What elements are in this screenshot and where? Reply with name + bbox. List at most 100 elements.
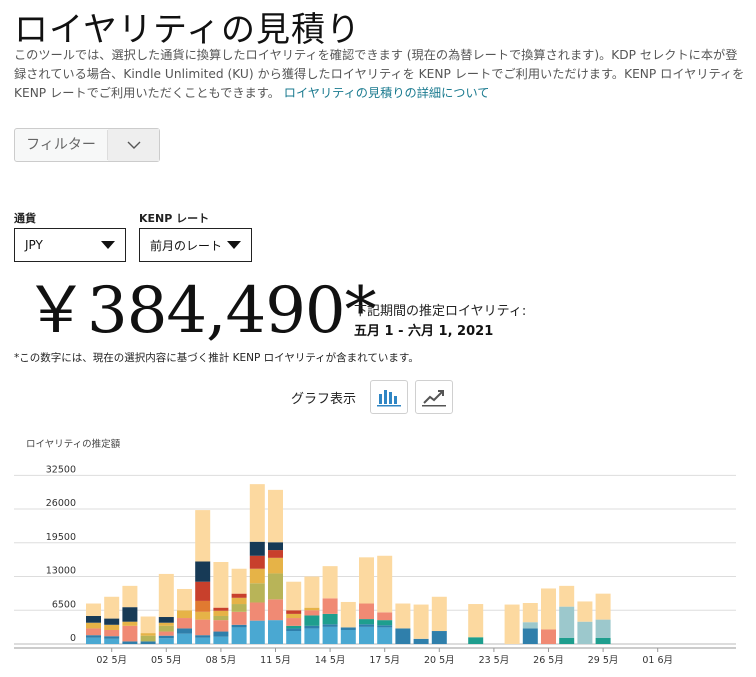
bar-segment (504, 604, 520, 644)
bar-segment (468, 637, 484, 644)
bar-segment (304, 576, 320, 608)
bar-segment (213, 636, 229, 644)
kenp-rate-select[interactable]: 前月のレート (139, 228, 252, 262)
bar-segment (431, 596, 447, 632)
period-dates: 五月 1 - 六月 1, 2021 (354, 324, 494, 339)
kenp-rate-label: KENP レート (139, 212, 210, 225)
bar-segment (286, 628, 302, 632)
bar-segment (522, 602, 538, 623)
bar-segment (104, 624, 120, 630)
bar-segment (195, 561, 211, 582)
bar-segment (177, 628, 192, 634)
bar-segment (158, 635, 174, 639)
bar-segment (104, 638, 120, 644)
bar-segment (213, 607, 229, 611)
bar-segment (195, 637, 211, 644)
bar-segment (231, 611, 247, 625)
bar-segment (286, 613, 302, 619)
bar-segment (286, 625, 302, 629)
bar-segment (249, 568, 265, 584)
bar-segment (249, 555, 265, 569)
bar-segment (395, 628, 411, 644)
bar-segment (231, 604, 247, 612)
bar-segment (231, 597, 247, 605)
bar-segment (340, 627, 356, 630)
bar-segment (104, 629, 120, 637)
period-label: 下記期間の推定ロイヤリティ: (354, 304, 527, 319)
bar-segment (195, 611, 211, 620)
x-tick-label: 08 5月 (206, 655, 237, 666)
y-tick-label: 0 (70, 633, 76, 644)
bar-segment (249, 484, 265, 542)
bar-segment (559, 585, 575, 607)
bar-segment (268, 542, 283, 551)
bar-segment (140, 635, 156, 642)
bar-segment (541, 629, 556, 644)
bar-segment (86, 622, 101, 629)
x-tick-label: 20 5月 (424, 655, 455, 666)
bar-segment (158, 631, 174, 636)
bar-segment (359, 624, 374, 627)
bar-chart-view-button[interactable] (370, 380, 408, 414)
estimated-royalty-amount: ￥384,490* (24, 274, 377, 348)
bar-segment (86, 635, 101, 638)
bar-segment (268, 550, 283, 558)
bar-segment (195, 600, 211, 612)
bar-segment (395, 603, 411, 629)
bar-segment (158, 622, 174, 626)
bar-segment (177, 588, 192, 611)
bar-segment (122, 641, 138, 644)
bar-segment (213, 615, 229, 621)
line-chart-view-button[interactable] (415, 380, 453, 414)
bar-segment (86, 603, 101, 616)
chevron-down-icon[interactable] (108, 129, 159, 161)
page-description: このツールでは、選択した通貨に換算したロイヤリティを確認できます (現在の為替レ… (14, 46, 749, 103)
bar-segment (377, 620, 393, 626)
kenp-rate-value: 前月のレート (150, 238, 223, 253)
bar-segment (231, 627, 247, 644)
bar-segment (377, 555, 393, 613)
estimate-note: *この数字には、現在の選択内容に基づく推計 KENP ロイヤリティが含まれていま… (14, 352, 419, 364)
y-tick-label: 13000 (46, 566, 76, 577)
bar-segment (122, 621, 138, 626)
bar-segment (231, 593, 247, 598)
bar-segment (377, 627, 393, 644)
bar-segment (122, 625, 138, 642)
bar-segment (104, 636, 120, 639)
bar-segment (595, 619, 611, 638)
bar-segment (359, 603, 374, 620)
bar-segment (158, 638, 174, 644)
bar-segment (86, 615, 101, 623)
x-tick-label: 02 5月 (96, 655, 127, 666)
bar-segment (286, 581, 302, 611)
bar-segment (231, 624, 247, 628)
bar-segment (322, 613, 338, 625)
currency-select[interactable]: JPY (14, 228, 126, 262)
bar-segment (304, 628, 320, 644)
bar-segment (322, 566, 338, 599)
bar-segment (322, 626, 338, 644)
bar-segment (86, 637, 101, 644)
y-tick-label: 19500 (46, 532, 76, 543)
y-tick-label: 26000 (46, 498, 76, 509)
graph-view-label: グラフ表示 (291, 392, 357, 407)
bar-segment (213, 620, 229, 632)
bar-segment (249, 541, 265, 556)
details-link[interactable]: ロイヤリティの見積りの詳細について (284, 86, 490, 100)
bar-segment (249, 602, 265, 621)
bar-segment (268, 599, 283, 621)
x-tick-label: 01 6月 (642, 655, 673, 666)
bar-segment (559, 606, 575, 638)
bar-segment (122, 585, 138, 608)
bar-segment (177, 618, 192, 629)
bar-segment (104, 596, 120, 619)
line-chart-icon (422, 390, 446, 407)
bar-segment (322, 598, 338, 614)
bar-chart-icon (377, 390, 401, 407)
filter-dropdown[interactable]: フィルター (14, 128, 160, 162)
currency-label: 通貨 (14, 212, 36, 225)
bar-segment (231, 568, 247, 594)
bar-segment (340, 629, 356, 644)
bar-segment (104, 618, 120, 625)
bar-segment (140, 616, 156, 634)
